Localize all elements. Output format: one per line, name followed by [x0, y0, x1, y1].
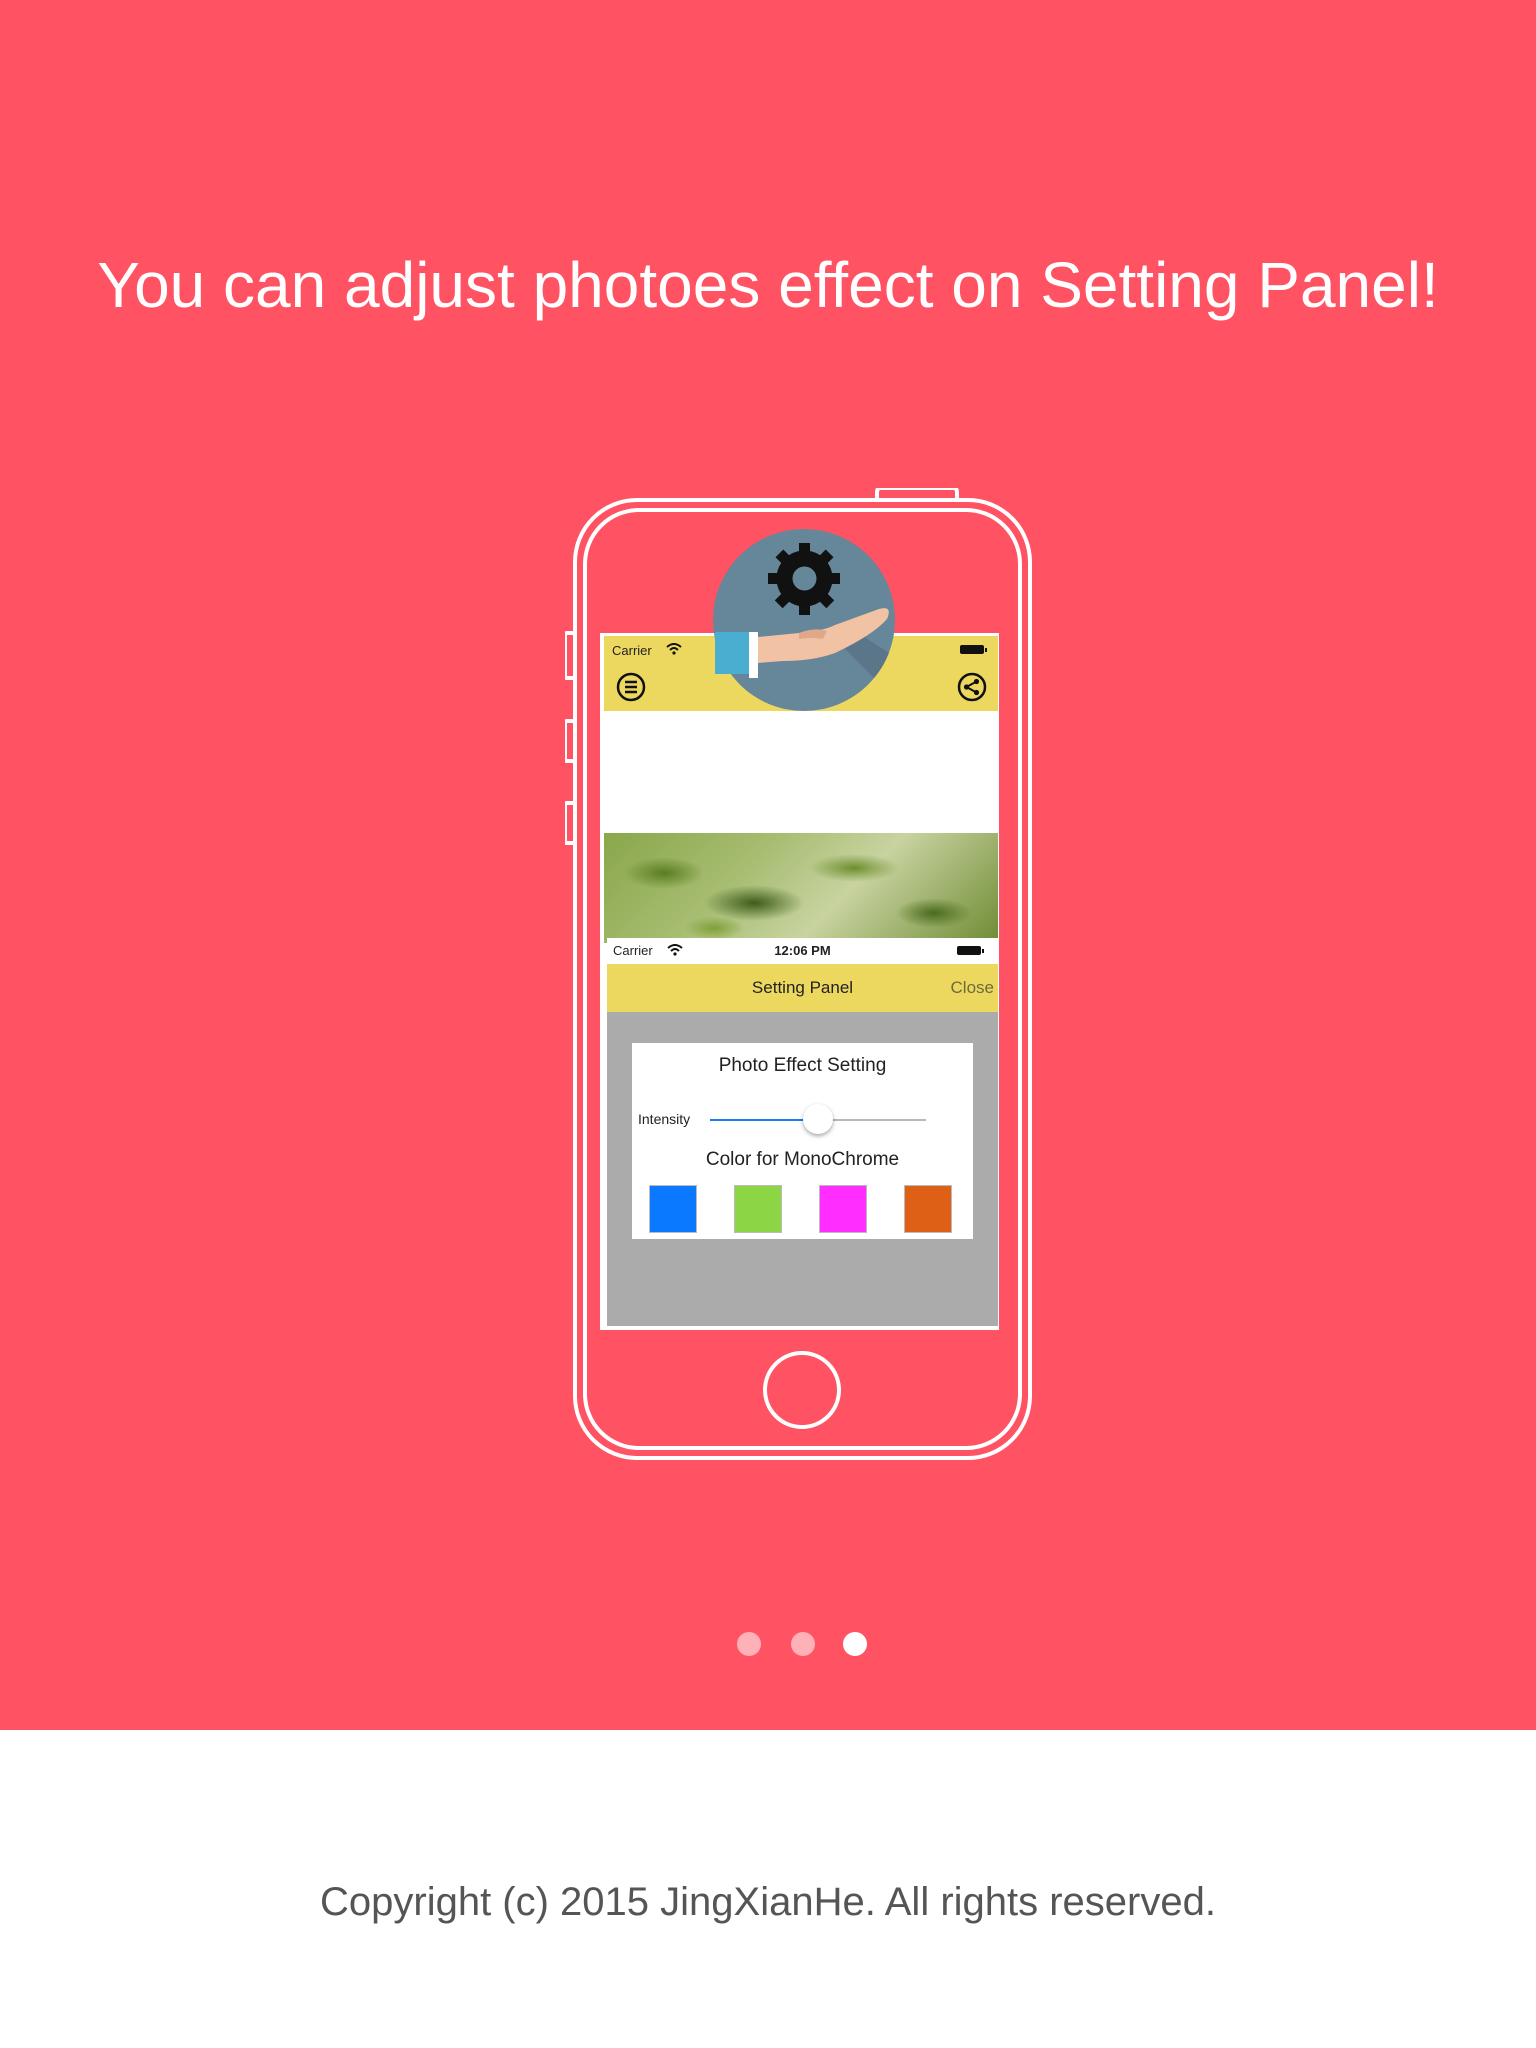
- pager-dot-1[interactable]: [737, 1632, 761, 1656]
- panel-title: Setting Panel: [751, 978, 854, 997]
- panel-battery-icon: [957, 946, 984, 955]
- slider-fill: [710, 1119, 818, 1121]
- swatch-blue[interactable]: [649, 1185, 697, 1233]
- slider-thumb[interactable]: [803, 1104, 833, 1134]
- wifi-icon: [666, 643, 682, 655]
- swatch-green[interactable]: [734, 1185, 782, 1233]
- phone-screen: Carrier Carrier 12:06 PM Setting Panel C…: [604, 636, 998, 1326]
- hamburger-circle-icon[interactable]: [616, 672, 646, 702]
- pager-dots: [0, 1632, 1536, 1656]
- setting-panel: Carrier 12:06 PM Setting Panel Close Pho…: [607, 938, 998, 1326]
- leaf-photo: [604, 833, 998, 943]
- photo-effect-card: Photo Effect Setting Intensity Color for…: [632, 1043, 973, 1239]
- battery-icon: [960, 645, 987, 654]
- copyright-footer: Copyright (c) 2015 JingXianHe. All right…: [320, 1880, 1216, 1924]
- settings-badge: [713, 529, 895, 711]
- close-button[interactable]: Close: [951, 964, 994, 1012]
- color-heading: Color for MonoChrome: [705, 1149, 900, 1170]
- intensity-label: Intensity: [638, 1111, 691, 1127]
- share-circle-icon[interactable]: [957, 672, 987, 702]
- pager-dot-3[interactable]: [843, 1632, 867, 1656]
- pager-dot-2[interactable]: [791, 1632, 815, 1656]
- swatch-magenta[interactable]: [819, 1185, 867, 1233]
- intensity-slider[interactable]: [710, 1104, 926, 1134]
- headline: You can adjust photoes effect on Setting…: [97, 249, 1439, 321]
- swatch-orange[interactable]: [904, 1185, 952, 1233]
- panel-nav-bar: Setting Panel Close: [607, 964, 998, 1012]
- panel-status-bar: Carrier 12:06 PM: [607, 938, 998, 964]
- carrier-label: Carrier: [612, 643, 652, 658]
- card-title: Photo Effect Setting: [718, 1055, 887, 1076]
- panel-time: 12:06 PM: [774, 943, 831, 958]
